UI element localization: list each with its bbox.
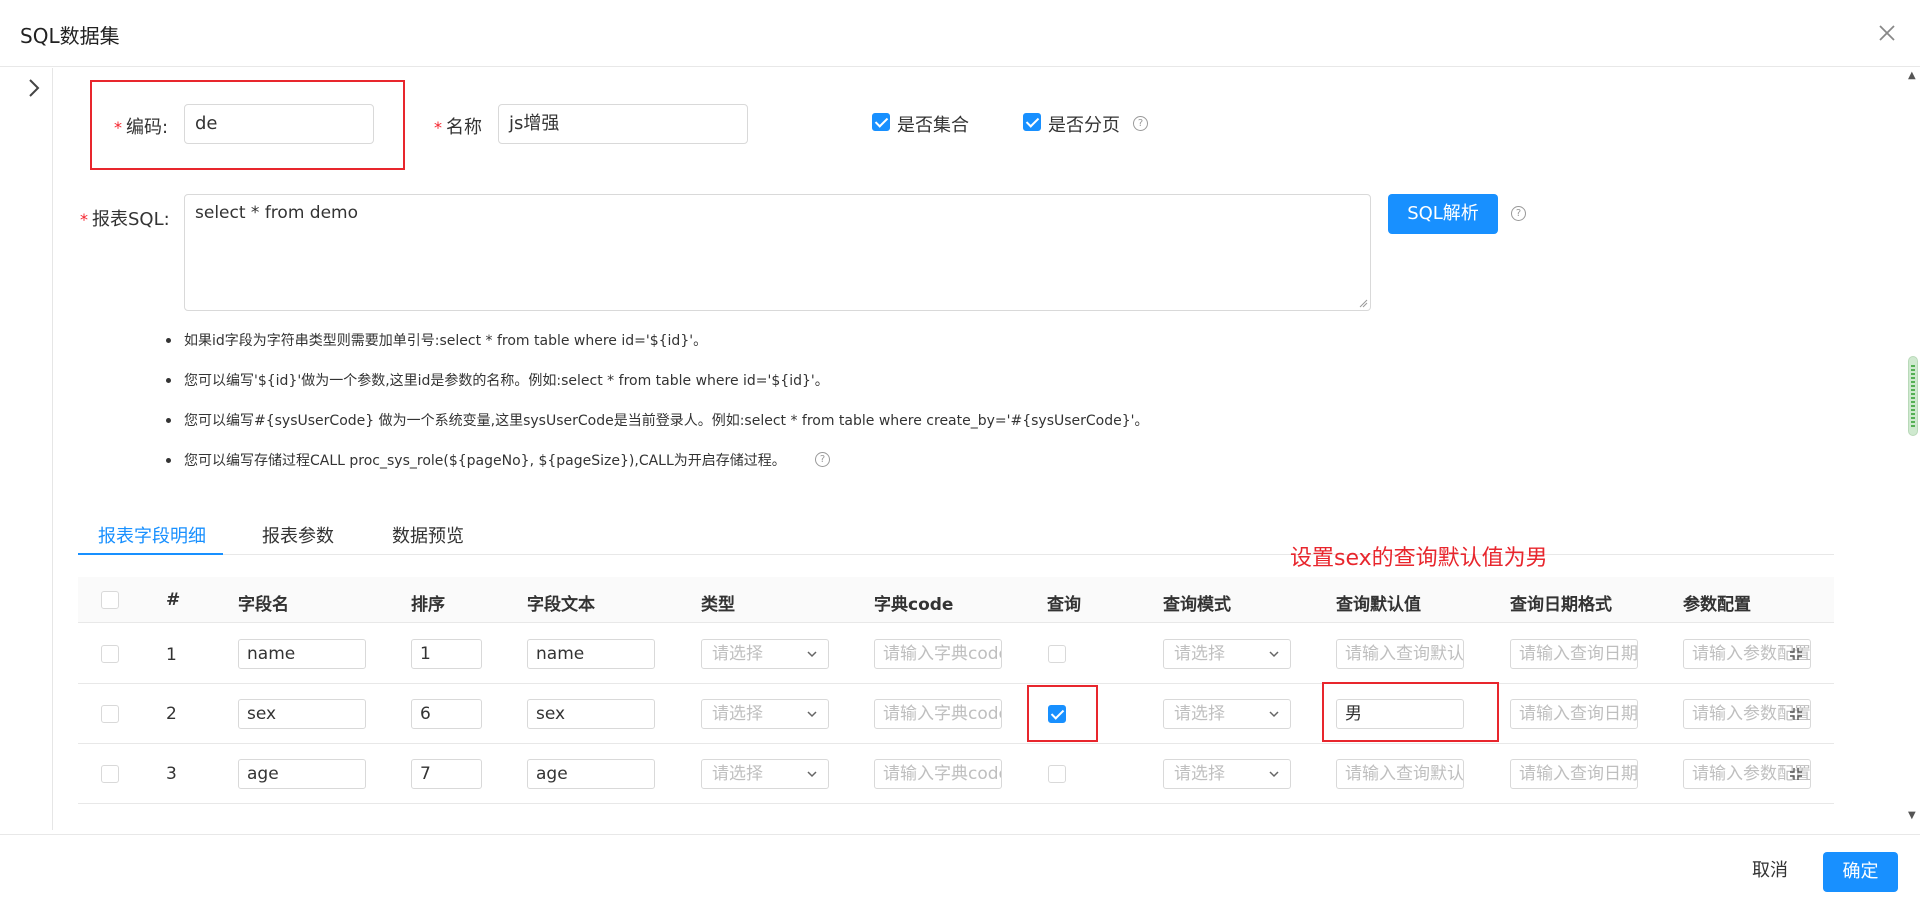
row-divider xyxy=(78,743,1834,744)
column-header: 参数配置 xyxy=(1683,595,1751,615)
row-index: 2 xyxy=(166,704,177,724)
cancel-button[interactable]: 取消 xyxy=(1737,858,1803,898)
sql-label: * 报表SQL: xyxy=(80,209,170,230)
help-icon[interactable]: ? xyxy=(1133,116,1148,131)
column-header: 查询模式 xyxy=(1163,595,1231,615)
field-name-input[interactable]: name xyxy=(238,639,366,669)
tab-report-params[interactable]: 报表参数 xyxy=(262,522,334,548)
modal-footer: 取消 确定 xyxy=(0,834,1920,907)
chevron-down-icon xyxy=(807,771,817,778)
column-header: 查询默认值 xyxy=(1336,595,1421,615)
tip-item: 您可以编写'${id}'做为一个参数,这里id是参数的名称。例如:select … xyxy=(166,370,829,390)
tip-item: 如果id字段为字符串类型则需要加单引号:select * from table … xyxy=(165,330,707,350)
resize-handle-icon[interactable] xyxy=(1358,298,1368,308)
dict-code-input[interactable]: 请输入字典code xyxy=(874,639,1002,669)
query-default-input[interactable]: 请输入查询默认值 xyxy=(1336,639,1464,669)
ok-button[interactable]: 确定 xyxy=(1823,852,1898,892)
name-input[interactable]: js增强 xyxy=(498,104,748,144)
query-mode-select[interactable]: 请选择 xyxy=(1163,699,1291,729)
query-mode-select[interactable]: 请选择 xyxy=(1163,759,1291,789)
dict-code-input[interactable]: 请输入字典code xyxy=(874,699,1002,729)
date-format-input[interactable]: 请输入查询日期格式 xyxy=(1510,639,1638,669)
tip-item: 您可以编写存储过程CALL proc_sys_role(${pageNo}, $… xyxy=(166,450,786,470)
modal-title: SQL数据集 xyxy=(20,24,120,48)
scrollbar[interactable]: ▲ ▼ xyxy=(1900,68,1920,830)
field-text-input[interactable]: age xyxy=(527,759,655,789)
param-config-input[interactable]: 请输入参数配置 xyxy=(1683,759,1811,789)
sql-textarea[interactable]: select * from demo xyxy=(184,194,1371,311)
help-icon[interactable]: ? xyxy=(1511,206,1526,221)
code-input[interactable]: de xyxy=(184,104,374,144)
query-default-input[interactable]: 男 xyxy=(1336,699,1464,729)
scroll-up-icon[interactable]: ▲ xyxy=(1908,70,1916,81)
chevron-down-icon xyxy=(807,711,817,718)
sql-parse-button[interactable]: SQL解析 xyxy=(1388,194,1498,234)
query-mode-select[interactable]: 请选择 xyxy=(1163,639,1291,669)
row-divider xyxy=(78,803,1834,804)
column-header: 字段名 xyxy=(238,595,289,615)
tabs-divider xyxy=(78,554,1834,555)
row-select-checkbox[interactable] xyxy=(101,705,119,723)
date-format-input[interactable]: 请输入查询日期格式 xyxy=(1510,699,1638,729)
is-paging-label: 是否分页 xyxy=(1048,115,1120,136)
expand-icon[interactable] xyxy=(1788,646,1804,662)
name-label: * 名称 xyxy=(434,117,482,138)
chevron-down-icon xyxy=(807,651,817,658)
column-header: 字典code xyxy=(874,595,954,615)
row-divider xyxy=(78,683,1834,684)
close-icon[interactable] xyxy=(1872,18,1902,48)
type-select[interactable]: 请选择 xyxy=(701,699,829,729)
is-collection-label: 是否集合 xyxy=(897,115,969,136)
select-all-checkbox[interactable] xyxy=(101,591,119,609)
column-header: 查询 xyxy=(1047,595,1081,615)
query-default-input[interactable]: 请输入查询默认值 xyxy=(1336,759,1464,789)
type-select[interactable]: 请选择 xyxy=(701,639,829,669)
row-select-checkbox[interactable] xyxy=(101,765,119,783)
sql-dataset-modal: SQL数据集 ▲ ▼ * 编码: de * 名称 js增强 是否集合 是否分页 ? … xyxy=(0,0,1920,907)
chevron-right-icon[interactable] xyxy=(22,76,46,100)
scroll-down-icon[interactable]: ▼ xyxy=(1908,810,1916,821)
tip-item: 您可以编写#{sysUserCode} 做为一个系统变量,这里sysUserCo… xyxy=(166,410,1149,430)
query-checkbox[interactable] xyxy=(1048,765,1066,783)
row-index: 3 xyxy=(166,764,177,784)
field-name-input[interactable]: sex xyxy=(238,699,366,729)
is-collection-checkbox[interactable] xyxy=(872,113,890,131)
param-config-input[interactable]: 请输入参数配置 xyxy=(1683,699,1811,729)
field-text-input[interactable]: name xyxy=(527,639,655,669)
field-text-input[interactable]: sex xyxy=(527,699,655,729)
column-header: 字段文本 xyxy=(527,595,595,615)
row-index: 1 xyxy=(166,645,177,665)
chevron-down-icon xyxy=(1269,771,1279,778)
column-header: # xyxy=(166,590,181,610)
help-icon[interactable]: ? xyxy=(815,452,830,467)
tab-field-details[interactable]: 报表字段明细 xyxy=(98,522,206,548)
query-checkbox[interactable] xyxy=(1048,705,1066,723)
type-select[interactable]: 请选择 xyxy=(701,759,829,789)
field-name-input[interactable]: age xyxy=(238,759,366,789)
column-header: 类型 xyxy=(701,595,735,615)
active-tab-indicator xyxy=(78,553,223,555)
param-config-input[interactable]: 请输入参数配置 xyxy=(1683,639,1811,669)
date-format-input[interactable]: 请输入查询日期格式 xyxy=(1510,759,1638,789)
column-header: 排序 xyxy=(411,595,445,615)
dict-code-input[interactable]: 请输入字典code xyxy=(874,759,1002,789)
chevron-down-icon xyxy=(1269,711,1279,718)
row-select-checkbox[interactable] xyxy=(101,645,119,663)
annotation-text: 设置sex的查询默认值为男 xyxy=(1290,546,1548,571)
chevron-down-icon xyxy=(1269,651,1279,658)
side-divider xyxy=(52,68,53,830)
expand-icon[interactable] xyxy=(1788,706,1804,722)
order-input[interactable]: 6 xyxy=(411,699,482,729)
order-input[interactable]: 7 xyxy=(411,759,482,789)
scroll-thumb[interactable] xyxy=(1908,356,1918,436)
expand-icon[interactable] xyxy=(1788,766,1804,782)
code-label: * 编码: xyxy=(114,117,169,138)
order-input[interactable]: 1 xyxy=(411,639,482,669)
tab-data-preview[interactable]: 数据预览 xyxy=(392,522,464,548)
column-header: 查询日期格式 xyxy=(1510,595,1612,615)
is-paging-checkbox[interactable] xyxy=(1023,113,1041,131)
modal-header: SQL数据集 xyxy=(0,0,1920,67)
query-checkbox[interactable] xyxy=(1048,645,1066,663)
